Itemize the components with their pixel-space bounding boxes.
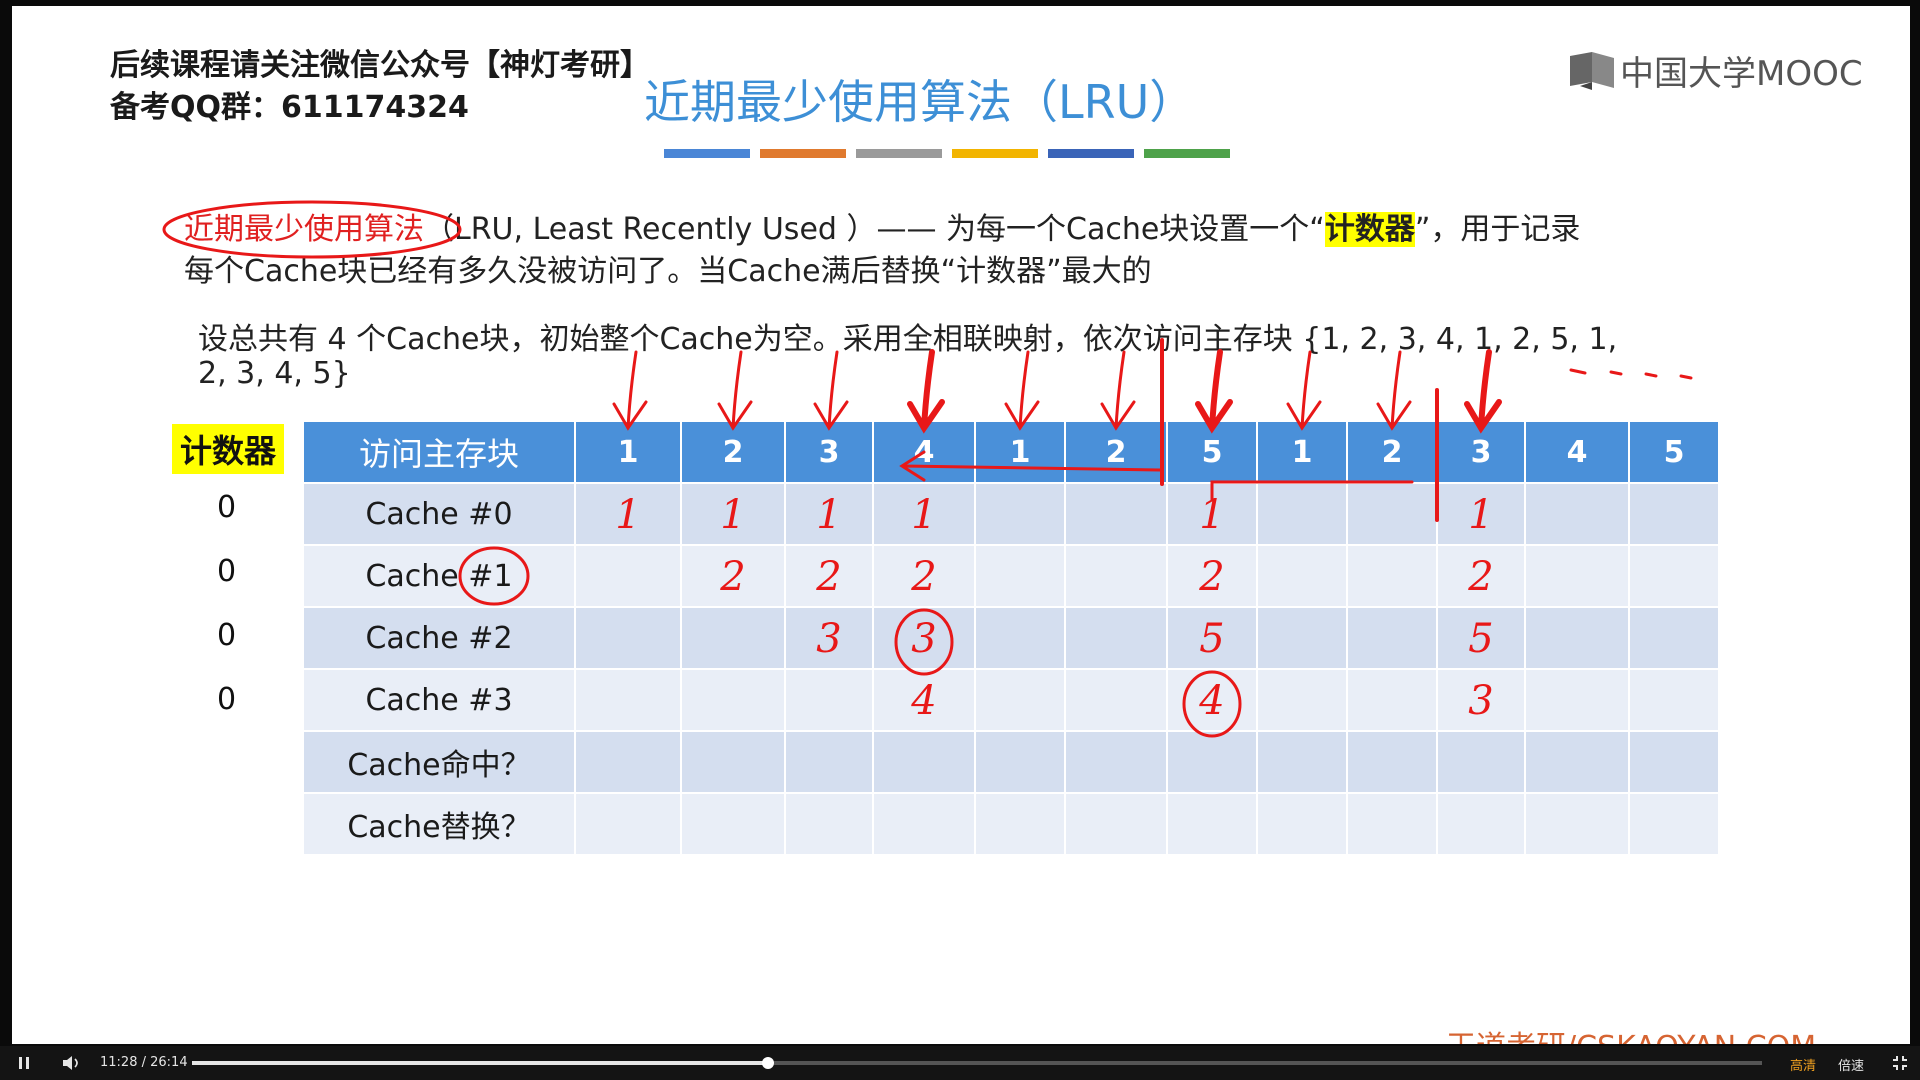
label-circle [458,546,530,606]
handwritten-arrow [907,349,945,434]
handwritten-digit: 1 [1468,492,1493,538]
exit-fullscreen-icon[interactable] [1892,1055,1908,1071]
slide: 后续课程请关注微信公众号【神灯考研】 备考QQ群：611174324 近期最少使… [12,6,1910,1044]
pause-icon[interactable] [16,1055,32,1071]
back-arrow [1210,480,1414,502]
quality-button[interactable]: 高清 [1790,1055,1816,1074]
handwritten-digit: 1 [816,492,841,538]
handwritten-arrow [1195,349,1233,434]
video-player-controls: 11:28 / 26:14 高清 倍速 [0,1046,1920,1080]
handwritten-arrow [1100,350,1136,431]
handwritten-arrow [1376,350,1412,431]
handwritten-arrow [612,350,648,431]
handwritten-digit: 1 [720,492,745,538]
handwritten-digit: 1 [911,492,936,538]
handwritten-digit: 3 [1468,678,1493,724]
handwritten-annotations: 1 1 1 1 1 12 2 2 2 23 3 5 54 4 3 [162,200,1693,738]
handwritten-digit: 1 [615,492,640,538]
duration: 26:14 [150,1055,188,1070]
handwritten-digit: 5 [1199,616,1224,662]
handwritten-digit: 2 [910,554,936,600]
handwritten-arrow [1464,349,1502,434]
handwritten-digit: 4 [910,678,936,724]
dotted-trail [1569,368,1693,380]
handwritten-arrow [1286,350,1322,431]
volume-icon[interactable] [62,1055,82,1071]
handwritten-digit: 5 [1468,616,1493,662]
handwritten-digit: 2 [719,554,745,600]
current-time: 11:28 [100,1055,138,1070]
progress-handle[interactable] [761,1057,774,1069]
handwritten-digit: 2 [1467,554,1493,600]
handwritten-digit: 3 [816,616,841,662]
progress-bar[interactable] [192,1057,1762,1069]
playback-time: 11:28 / 26:14 [100,1055,188,1070]
progress-fill [192,1061,768,1065]
term-circle [162,200,462,259]
back-arrow [899,450,1162,482]
watermark: 王道考研/CSKAOYAN.COM [1446,1022,1816,1044]
handwritten-arrow [1004,350,1040,431]
handwritten-arrow [717,350,753,431]
handwritten-digit: 3 [911,616,936,662]
handwritten-digit: 2 [815,554,841,600]
handwritten-arrow [813,350,849,431]
handwritten-digit: 2 [1198,554,1224,600]
handwritten-digit: 4 [1198,678,1224,724]
speed-button[interactable]: 倍速 [1838,1055,1864,1074]
